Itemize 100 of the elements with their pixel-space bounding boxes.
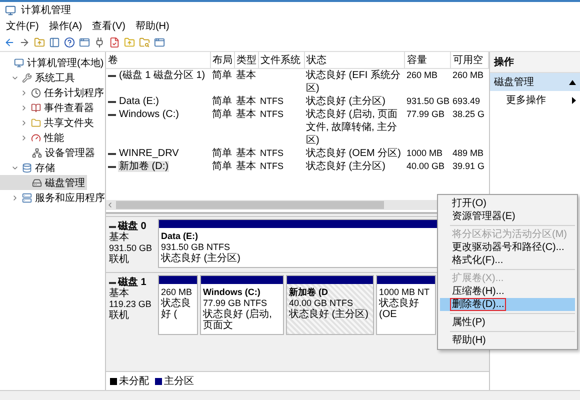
table-cell: 状态良好 (启动, 页面文件, 故障转储, 主分区)	[306, 109, 398, 146]
partition-size: 1000 MB NT	[379, 287, 430, 298]
partition-block[interactable]: 1000 MB NT 状态良好 (OE	[376, 275, 436, 335]
computer-icon	[14, 58, 24, 68]
tree-item[interactable]: 存储	[0, 160, 57, 175]
tree-item[interactable]: 计算机管理(本地)	[0, 55, 106, 70]
table-cell: NTFS	[260, 109, 284, 119]
help-icon[interactable]	[64, 37, 75, 48]
partition-size: 77.99 GB NTFS	[203, 298, 268, 308]
scrollbar-thumb[interactable]	[116, 201, 384, 209]
table-cell: 简单	[212, 96, 232, 107]
volume-name[interactable]: WINRE_DRV	[118, 148, 180, 159]
volume-icon	[108, 114, 116, 116]
table-cell: 状态良好 (EFI 系统分区)	[306, 70, 400, 94]
table-cell: 77.99 GB	[406, 109, 445, 119]
actions-header: 操作	[490, 52, 580, 73]
partition-name: 新加卷 (D	[289, 287, 328, 298]
partition-bar	[377, 276, 435, 284]
forward-icon[interactable]	[19, 37, 30, 48]
menu-item[interactable]: 文件(F)	[6, 19, 39, 33]
table-cell: NTFS	[260, 96, 284, 106]
column-header[interactable]: 可用空	[450, 52, 488, 68]
column-header[interactable]: 卷	[106, 52, 210, 68]
table-cell: 简单	[212, 109, 232, 120]
back-icon[interactable]	[4, 37, 15, 48]
table-cell: 简单	[212, 148, 232, 159]
collapse-triangle-icon[interactable]	[569, 80, 576, 84]
tree-item[interactable]: 系统工具	[0, 70, 77, 85]
partition-status: 状态良好 (	[161, 298, 192, 320]
tree-item[interactable]: 共享文件夹	[0, 115, 96, 130]
table-cell: 简单	[212, 70, 232, 81]
table-cell: NTFS	[260, 148, 284, 158]
scroll-left-icon[interactable]	[106, 201, 114, 209]
volume-name[interactable]: (磁盘 1 磁盘分区 1)	[118, 70, 206, 81]
plug-icon[interactable]	[94, 37, 105, 48]
menu-item[interactable]: 操作(A)	[48, 19, 82, 33]
table-cell: 基本	[236, 96, 256, 107]
tree-item[interactable]: 服务和应用程序	[0, 190, 107, 205]
folder-icon	[31, 118, 41, 128]
volume-icon	[108, 100, 116, 103]
table-cell: 38.25 G	[452, 109, 485, 119]
panel-icon[interactable]	[49, 37, 60, 48]
partition-block[interactable]: 新加卷 (D 40.00 GB NTFS 状态良好 (主分区)	[286, 275, 374, 335]
action-item[interactable]: 更多操作	[490, 91, 580, 109]
tree-item[interactable]: 事件查看器	[0, 100, 96, 115]
volume-name[interactable]: Windows (C:)	[118, 109, 180, 120]
menu-item[interactable]: 查看(V)	[92, 19, 126, 33]
menu-item[interactable]: 帮助(H)	[440, 334, 575, 347]
menu-item[interactable]: 帮助(H)	[135, 19, 170, 33]
document-check-icon[interactable]	[109, 37, 120, 48]
column-header[interactable]: 布局	[210, 52, 234, 68]
table-cell: 931.50 GB	[406, 96, 450, 106]
table-cell: 状态良好 (OEM 分区)	[306, 148, 401, 159]
partition-block[interactable]: 260 MB 状态良好 (	[158, 275, 198, 335]
volume-name[interactable]: Data (E:)	[118, 96, 160, 107]
partition-size: 931.50 GB NTFS	[161, 242, 230, 252]
tree-item[interactable]: 性能	[0, 130, 66, 145]
tree-item[interactable]: 任务计划程序	[0, 85, 106, 100]
window-icon[interactable]	[79, 37, 90, 48]
disk-status: 联机	[109, 310, 130, 321]
table-cell: 260 MB	[406, 70, 438, 80]
column-header[interactable]: 类型	[234, 52, 258, 68]
menu-item[interactable]: 删除卷(D)...	[440, 298, 575, 311]
menu-item[interactable]: 打开(O)	[440, 197, 575, 210]
column-header[interactable]: 状态	[304, 52, 404, 68]
table-cell: 状态良好 (主分区)	[306, 161, 386, 172]
table-cell: 1000 MB	[406, 148, 443, 158]
disk-name: 磁盘 0	[118, 221, 146, 232]
partition-name: Windows (C:)	[203, 287, 260, 298]
table-cell: 基本	[236, 148, 256, 159]
storage-icon	[22, 162, 32, 172]
disk-type: 基本	[109, 288, 130, 299]
table-cell: 40.00 GB	[406, 161, 445, 171]
table-cell: 简单	[212, 161, 232, 172]
column-header[interactable]: 文件系统	[258, 52, 304, 68]
gauge-icon	[31, 132, 41, 142]
app-icon	[5, 4, 16, 16]
table-cell: 260 MB	[452, 70, 484, 80]
volume-name[interactable]: 新加卷 (D:)	[118, 161, 170, 172]
menu-item[interactable]: 属性(P)	[440, 316, 575, 329]
window-icon[interactable]	[154, 37, 165, 48]
menu-item[interactable]: 压缩卷(H)...	[440, 285, 575, 298]
disk-name: 磁盘 1	[118, 277, 146, 288]
partition-block[interactable]: Windows (C:) 77.99 GB NTFS 状态良好 (启动, 页面文	[200, 275, 284, 335]
legend-label: 未分配	[119, 374, 149, 388]
log-icon	[31, 102, 41, 112]
disk-type: 基本	[109, 232, 130, 243]
table-cell: 状态良好 (主分区)	[306, 96, 386, 107]
table-cell: 489 MB	[452, 148, 484, 158]
actions-section[interactable]: 磁盘管理	[490, 73, 580, 91]
tree-item[interactable]: 磁盘管理	[0, 175, 87, 190]
column-header[interactable]: 容量	[404, 52, 450, 68]
table-cell: NTFS	[260, 161, 284, 171]
partition-name: Data (E:)	[161, 231, 198, 242]
tree-item[interactable]: 设备管理器	[0, 145, 97, 160]
submenu-arrow-icon	[572, 96, 576, 104]
partition-size: 260 MB	[161, 287, 192, 298]
drive-icon	[32, 178, 42, 188]
window-title: 计算机管理	[21, 4, 71, 17]
partition-bar	[159, 276, 197, 284]
